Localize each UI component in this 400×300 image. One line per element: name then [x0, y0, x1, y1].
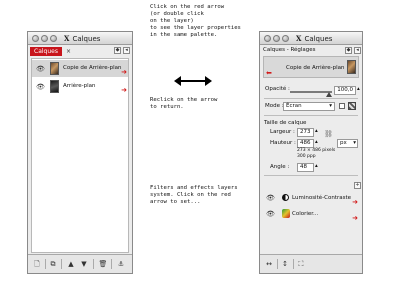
vertical-resize-icon[interactable]: ↕ [280, 259, 290, 269]
toolbar-separator [277, 259, 278, 269]
colorize-icon [282, 209, 290, 218]
delete-layer-icon[interactable]: 🗑 [98, 259, 108, 269]
preserve-transparency-checkbox[interactable] [339, 103, 345, 109]
close-window-button[interactable] [264, 35, 271, 42]
horizontal-resize-icon[interactable]: ↔ [264, 259, 274, 269]
tab-menu-icon[interactable]: ◂ [123, 47, 130, 54]
divider [264, 98, 358, 99]
note-red-arrow: Click on the red arrow (or double click … [150, 4, 241, 38]
layer-row-copie[interactable]: 👁 Copie de Arrière-plan ➜ [32, 60, 128, 77]
anchor-icon[interactable]: ⚓ [116, 259, 126, 269]
new-layer-icon[interactable]: 🗋 [32, 259, 42, 269]
height-label: Hauteur : [270, 140, 296, 146]
eye-icon[interactable]: 👁 [266, 210, 275, 218]
opacity-slider-knob[interactable] [326, 92, 332, 97]
divider [264, 175, 358, 176]
toolbar-separator [293, 259, 294, 269]
brightness-contrast-icon [282, 194, 289, 201]
toolbar-separator [111, 259, 112, 269]
zoom-window-button[interactable] [50, 35, 57, 42]
red-arrow-icon[interactable]: ➜ [121, 69, 127, 76]
tab-calques[interactable]: Calques [30, 47, 62, 56]
minimize-window-button[interactable] [41, 35, 48, 42]
tab-pin-icon[interactable]: ◆ [114, 47, 121, 54]
red-arrow-icon[interactable]: ➜ [352, 215, 358, 222]
stepper-icon[interactable]: ▴ [315, 139, 318, 145]
effect-name: Luminosité-Contraste [292, 195, 351, 201]
raise-layer-icon[interactable]: ▲ [66, 259, 76, 269]
red-arrow-icon[interactable]: ➜ [352, 199, 358, 206]
height-field[interactable]: 486 [297, 139, 314, 148]
layer-name: Copie de Arrière-plan [63, 65, 122, 71]
close-window-button[interactable] [32, 35, 39, 42]
angle-label: Angle : [270, 164, 290, 170]
add-effect-icon[interactable]: + [354, 182, 361, 189]
bottom-toolbar: ↔ ↕ ⛶ [260, 254, 362, 273]
red-arrow-icon[interactable]: ➜ [121, 87, 127, 94]
double-arrow-icon [174, 74, 212, 88]
eye-icon[interactable]: 👁 [36, 83, 45, 91]
chevron-down-icon: ▾ [353, 140, 356, 146]
effect-row-colorier[interactable]: 👁 Colorier... ➜ [264, 207, 358, 222]
mask-icon[interactable] [348, 102, 356, 110]
mode-select[interactable]: Écran ▾ [283, 102, 335, 111]
layer-name: Copie de Arrière-plan [286, 65, 345, 71]
effect-name: Colorier... [292, 211, 319, 217]
layer-list: 👁 Copie de Arrière-plan ➜ 👁 Arrière-plan… [31, 58, 129, 253]
opacity-label: Opacité : [265, 86, 290, 92]
lower-layer-icon[interactable]: ▼ [79, 259, 89, 269]
layers-window-left: X Calques Calques × ◆ ◂ 👁 Copie de Arrièr… [27, 31, 133, 274]
eye-icon[interactable]: 👁 [266, 194, 275, 202]
effect-row-luminosite[interactable]: 👁 Luminosité-Contraste ➜ [264, 191, 358, 206]
eye-icon[interactable]: 👁 [36, 65, 45, 73]
layer-thumbnail [347, 60, 356, 74]
x11-icon: X [296, 34, 302, 43]
mode-label: Mode : [265, 103, 284, 109]
toolbar-separator [45, 259, 46, 269]
note-reclick: Reclick on the arrow to return. [150, 97, 218, 110]
toolbar-separator [61, 259, 62, 269]
title-bar[interactable]: X Calques [28, 32, 132, 45]
angle-field[interactable]: 48 [297, 163, 314, 172]
stepper-icon[interactable]: ▴ [315, 128, 318, 134]
layer-thumbnail [50, 80, 59, 93]
tab-close-icon[interactable]: × [66, 47, 71, 56]
width-field[interactable]: 273 [297, 128, 314, 137]
window-title: X Calques [64, 34, 101, 43]
x11-icon: X [64, 34, 70, 43]
chevron-down-icon: ▾ [329, 103, 332, 109]
chain-link-icon[interactable]: ⛓ [324, 130, 333, 138]
tab-menu-icon[interactable]: ◂ [354, 47, 361, 54]
settings-header: Calques - Réglages [263, 47, 316, 53]
toolbar-separator [93, 259, 94, 269]
tab-pin-icon[interactable]: ◆ [345, 47, 352, 54]
duplicate-layer-icon[interactable]: ⧉ [48, 259, 58, 269]
size-info: 273 × 486 pixels 300 ppp [297, 148, 336, 159]
fit-icon[interactable]: ⛶ [296, 259, 306, 269]
layers-window-right: X Calques Calques - Réglages ◆ ◂ Copie de… [259, 31, 363, 274]
layer-header-box: Copie de Arrière-plan ⬅ [263, 56, 359, 78]
opacity-field[interactable]: 100,0 [334, 86, 356, 95]
layer-thumbnail [50, 62, 59, 75]
note-filters: Filters and effects layers system. Click… [150, 185, 238, 205]
title-bar[interactable]: X Calques [260, 32, 362, 45]
window-title: X Calques [296, 34, 333, 43]
red-arrow-back-icon[interactable]: ⬅ [266, 70, 272, 77]
stepper-icon[interactable]: ▴ [357, 86, 360, 92]
unit-select[interactable]: px ▾ [337, 139, 358, 148]
width-label: Largeur : [270, 129, 295, 135]
layer-name: Arrière-plan [63, 83, 96, 89]
minimize-window-button[interactable] [273, 35, 280, 42]
layer-row-arriere-plan[interactable]: 👁 Arrière-plan ➜ [32, 78, 128, 95]
bottom-toolbar: 🗋 ⧉ ▲ ▼ 🗑 ⚓ [28, 254, 132, 273]
zoom-window-button[interactable] [282, 35, 289, 42]
size-section-title: Taille de calque [264, 120, 307, 126]
stepper-icon[interactable]: ▴ [315, 163, 318, 169]
divider [264, 115, 358, 116]
